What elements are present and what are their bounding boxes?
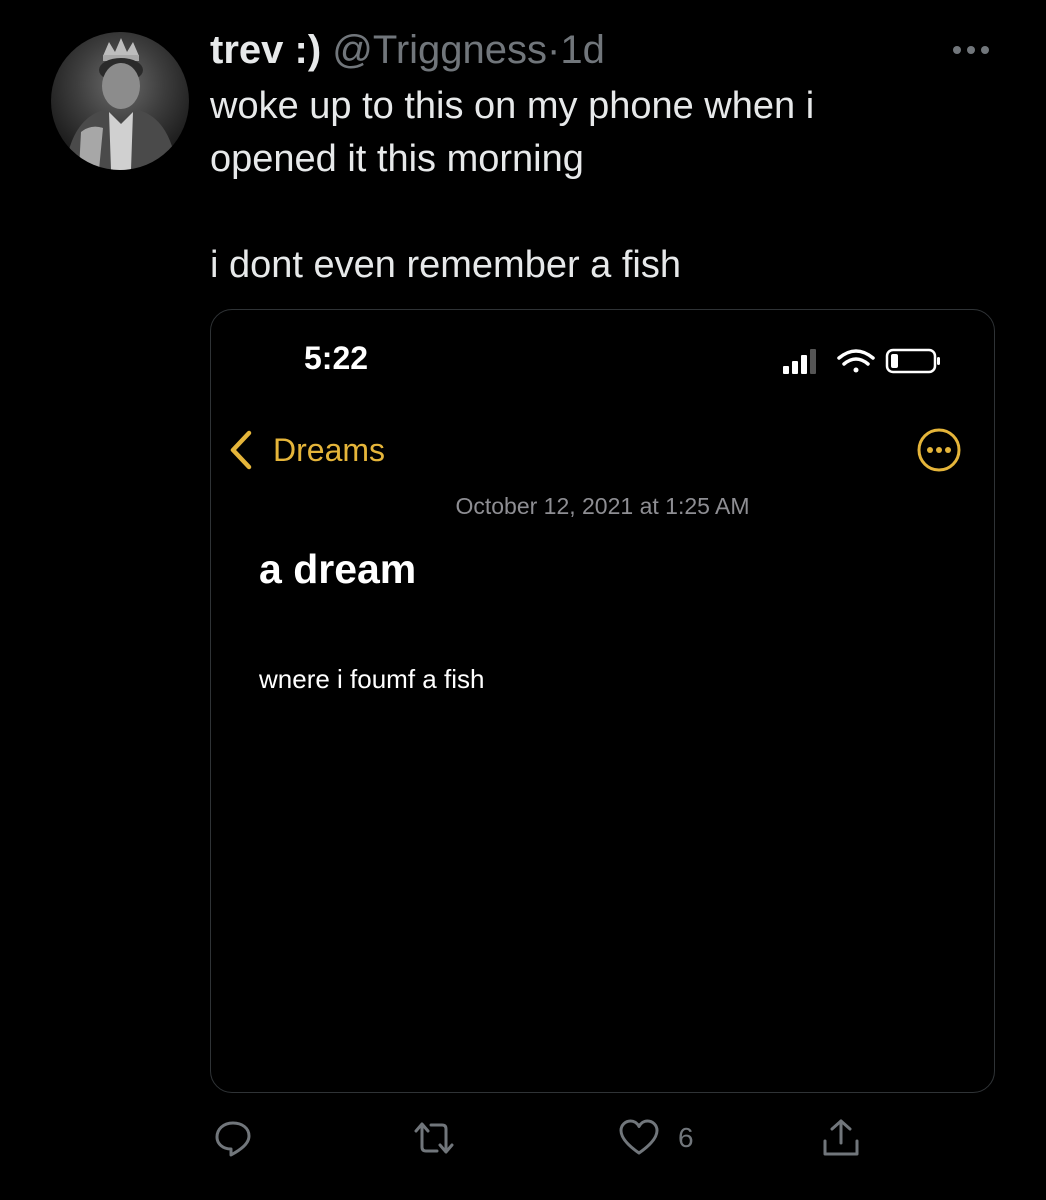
- status-bar-time: 5:22: [304, 340, 369, 376]
- display-name[interactable]: trev :): [210, 28, 321, 72]
- tweet-text: woke up to this on my phone when i opene…: [210, 85, 815, 286]
- tweet-actions: 6: [0, 1116, 1046, 1160]
- back-button[interactable]: Dreams: [227, 428, 385, 472]
- avatar[interactable]: [51, 32, 189, 170]
- back-label: Dreams: [273, 431, 386, 468]
- note-date: October 12, 2021 at 1:25 AM: [455, 493, 750, 519]
- wifi-icon: [837, 349, 875, 373]
- like-button[interactable]: 6: [618, 1116, 694, 1160]
- more-circle-icon[interactable]: [916, 427, 962, 473]
- profile-photo: [65, 38, 177, 170]
- tweet-time[interactable]: 1d: [560, 28, 605, 72]
- heart-icon: [619, 1119, 659, 1155]
- reply-icon: [215, 1121, 251, 1157]
- share-button[interactable]: [820, 1116, 862, 1160]
- tweet-header: trev :) @Triggness·1d: [210, 26, 605, 74]
- note-title[interactable]: a dream: [259, 546, 416, 593]
- more-options-icon[interactable]: [950, 40, 992, 60]
- status-bar-icons: [783, 344, 945, 376]
- reply-button[interactable]: [212, 1116, 254, 1160]
- chevron-left-icon: [230, 430, 252, 470]
- separator-dot: ·: [547, 28, 561, 72]
- battery-icon: [885, 348, 940, 374]
- share-icon: [823, 1119, 859, 1156]
- user-handle[interactable]: @Triggness: [332, 28, 547, 72]
- retweet-icon: [414, 1122, 454, 1154]
- retweet-button[interactable]: [412, 1116, 456, 1160]
- like-count: 6: [678, 1122, 694, 1153]
- signal-icon: [783, 349, 816, 374]
- tweet-media[interactable]: 5:22 Dreams October 12, 2021 at 1:25 AM …: [210, 309, 995, 1093]
- note-body[interactable]: wnere i foumf a fish: [259, 664, 484, 695]
